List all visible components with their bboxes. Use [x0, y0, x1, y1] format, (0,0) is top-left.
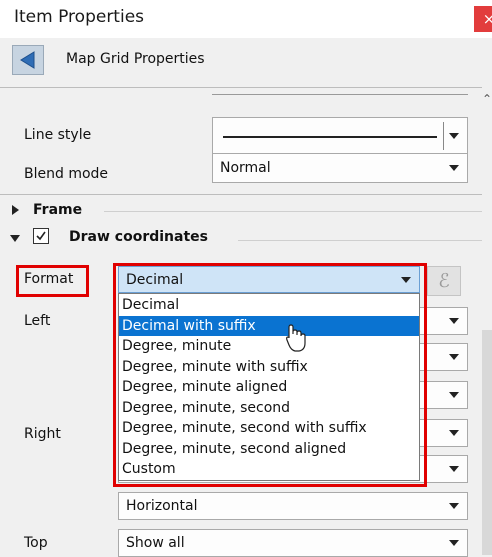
- checkmark-icon: [36, 231, 46, 241]
- chevron-down-icon: [449, 354, 459, 360]
- left-label: Left: [24, 313, 51, 329]
- collapsed-arrow-icon[interactable]: [12, 205, 19, 215]
- format-label: Format: [24, 271, 74, 287]
- section-divider: [0, 194, 482, 195]
- format-dropdown-highlight: [113, 263, 427, 487]
- blend-mode-value: Normal: [220, 160, 271, 176]
- top-position-combo[interactable]: Show all: [118, 529, 468, 557]
- frame-group-line: [104, 211, 482, 212]
- line-style-combo[interactable]: [212, 117, 468, 155]
- chevron-down-icon: [449, 318, 459, 324]
- expression-button[interactable]: ℰ: [427, 266, 461, 296]
- chevron-down-icon: [449, 540, 459, 546]
- chevron-down-icon: [449, 133, 459, 139]
- panel-title: Map Grid Properties: [66, 51, 205, 67]
- combo-divider: [443, 122, 444, 150]
- chevron-down-icon: [449, 466, 459, 472]
- window-title: Item Properties: [14, 7, 145, 27]
- mouse-pointer-icon: [286, 324, 306, 352]
- top-label: Top: [24, 535, 48, 551]
- solid-line-preview: [223, 136, 437, 138]
- scrollbar-track[interactable]: [482, 330, 492, 555]
- chevron-down-icon: [449, 503, 459, 509]
- draw-coordinates-title[interactable]: Draw coordinates: [69, 229, 208, 245]
- scroll-up-arrow[interactable]: ⌃: [482, 92, 492, 112]
- blend-mode-combo[interactable]: Normal: [212, 153, 468, 183]
- previous-field-edge: [212, 94, 468, 95]
- left-triangle-icon: [20, 51, 35, 69]
- frame-group-title[interactable]: Frame: [33, 202, 82, 218]
- header-divider: [0, 87, 482, 88]
- chevron-down-icon: [449, 430, 459, 436]
- top-position-value: Show all: [126, 535, 185, 551]
- right-direction-value: Horizontal: [126, 498, 198, 514]
- right-direction-combo[interactable]: Horizontal: [118, 492, 468, 520]
- draw-coordinates-line: [238, 240, 482, 241]
- draw-coordinates-checkbox[interactable]: [33, 228, 49, 244]
- chevron-down-icon: [449, 165, 459, 171]
- right-label: Right: [24, 426, 61, 442]
- chevron-down-icon: [449, 392, 459, 398]
- line-style-label: Line style: [24, 127, 92, 143]
- blend-mode-label: Blend mode: [24, 166, 109, 182]
- close-button[interactable]: ×: [474, 6, 492, 32]
- back-button[interactable]: [12, 45, 44, 75]
- expanded-arrow-icon[interactable]: [10, 235, 20, 242]
